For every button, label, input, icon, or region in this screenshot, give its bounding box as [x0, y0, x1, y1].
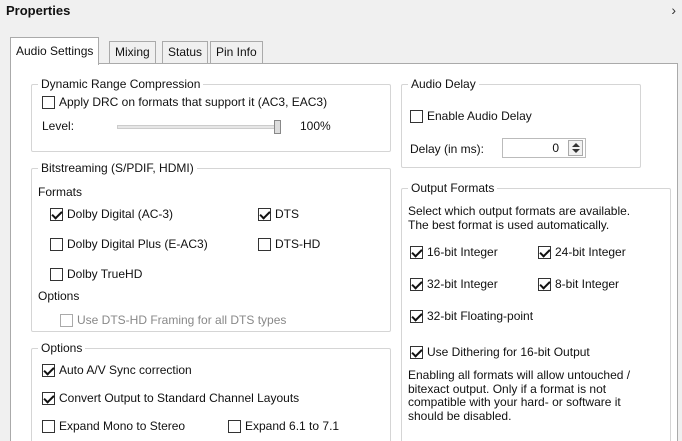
spin-up-icon[interactable]	[572, 143, 580, 147]
checkbox-box[interactable]	[410, 245, 423, 259]
checkbox-box[interactable]	[410, 309, 423, 323]
expand-61-checkbox[interactable]: Expand 6.1 to 7.1	[228, 419, 339, 433]
convert-layouts-checkbox[interactable]: Convert Output to Standard Channel Layou…	[42, 391, 299, 405]
int24-label: 24-bit Integer	[555, 245, 626, 259]
dithering-label: Use Dithering for 16-bit Output	[427, 345, 590, 359]
level-value: 100%	[300, 119, 331, 133]
int16-label: 16-bit Integer	[427, 245, 498, 259]
output-formats-group: Output Formats Select which output forma…	[401, 181, 671, 441]
checkbox-box[interactable]	[50, 207, 63, 221]
expand-61-label: Expand 6.1 to 7.1	[245, 419, 340, 433]
delay-label: Delay (in ms):	[410, 142, 485, 156]
dts-hd-framing-label: Use DTS-HD Framing for all DTS types	[77, 313, 287, 327]
int32-checkbox[interactable]: 32-bit Integer	[410, 277, 498, 291]
checkbox-box[interactable]	[410, 109, 423, 123]
auto-av-sync-label: Auto A/V Sync correction	[59, 363, 192, 377]
expand-mono-label: Expand Mono to Stereo	[59, 419, 186, 433]
checkbox-box[interactable]	[538, 245, 551, 259]
dolby-truehd-checkbox[interactable]: Dolby TrueHD	[50, 267, 142, 281]
tab-mixing[interactable]: Mixing	[109, 41, 156, 63]
formats-label: Formats	[38, 185, 83, 199]
dts-label: DTS	[275, 207, 299, 221]
dts-hd-checkbox[interactable]: DTS-HD	[258, 237, 320, 251]
dts-checkbox[interactable]: DTS	[258, 207, 299, 221]
level-slider-track[interactable]	[117, 125, 277, 129]
audio-delay-legend: Audio Delay	[408, 77, 479, 91]
dolby-digital-label: Dolby Digital (AC-3)	[67, 207, 174, 221]
apply-drc-checkbox[interactable]: Apply DRC on formats that support it (AC…	[42, 95, 327, 109]
auto-av-sync-checkbox[interactable]: Auto A/V Sync correction	[42, 363, 192, 377]
output-formats-legend: Output Formats	[408, 181, 498, 195]
output-formats-note: Enabling all formats will allow untouche…	[408, 368, 631, 423]
checkbox-box[interactable]	[42, 363, 55, 377]
enable-audio-delay-label: Enable Audio Delay	[427, 109, 532, 123]
checkbox-box[interactable]	[258, 207, 271, 221]
output-formats-description: Select which output formats are availabl…	[408, 204, 631, 232]
checkbox-box[interactable]	[410, 345, 423, 359]
bitstream-options-label: Options	[38, 289, 80, 303]
options-group: Options Auto A/V Sync correction Convert…	[31, 341, 391, 441]
dolby-truehd-label: Dolby TrueHD	[67, 267, 143, 281]
checkbox-box[interactable]	[50, 267, 63, 281]
spin-buttons[interactable]	[568, 140, 583, 156]
bitstreaming-group: Bitstreaming (S/PDIF, HDMI) Formats Dolb…	[31, 161, 391, 332]
dolby-digital-plus-label: Dolby Digital Plus (E-AC3)	[67, 237, 208, 251]
checkbox-box[interactable]	[60, 313, 73, 327]
checkbox-box[interactable]	[42, 95, 55, 109]
float32-checkbox[interactable]: 32-bit Floating-point	[410, 309, 533, 323]
checkbox-box[interactable]	[42, 419, 55, 433]
int8-checkbox[interactable]: 8-bit Integer	[538, 277, 619, 291]
checkbox-box[interactable]	[538, 277, 551, 291]
dts-hd-framing-checkbox[interactable]: Use DTS-HD Framing for all DTS types	[60, 313, 286, 327]
checkbox-box[interactable]	[258, 237, 271, 251]
window-title: Properties	[6, 3, 71, 18]
level-label: Level:	[42, 119, 75, 133]
drc-legend: Dynamic Range Compression	[38, 77, 204, 91]
checkbox-box[interactable]	[228, 419, 241, 433]
tab-pin-info[interactable]: Pin Info	[210, 41, 263, 63]
tab-status[interactable]: Status	[162, 41, 209, 63]
dolby-digital-checkbox[interactable]: Dolby Digital (AC-3)	[50, 207, 173, 221]
checkbox-box[interactable]	[410, 277, 423, 291]
audio-delay-group: Audio Delay Enable Audio Delay Delay (in…	[401, 77, 641, 168]
bitstreaming-legend: Bitstreaming (S/PDIF, HDMI)	[38, 161, 197, 175]
expand-mono-checkbox[interactable]: Expand Mono to Stereo	[42, 419, 185, 433]
int24-checkbox[interactable]: 24-bit Integer	[538, 245, 626, 259]
dolby-digital-plus-checkbox[interactable]: Dolby Digital Plus (E-AC3)	[50, 237, 208, 251]
tab-audio-settings[interactable]: Audio Settings	[10, 37, 100, 65]
float32-label: 32-bit Floating-point	[427, 309, 534, 323]
enable-audio-delay-checkbox[interactable]: Enable Audio Delay	[410, 109, 532, 123]
checkbox-box[interactable]	[50, 237, 63, 251]
int8-label: 8-bit Integer	[555, 277, 620, 291]
options-legend: Options	[38, 341, 86, 355]
drc-group: Dynamic Range Compression Apply DRC on f…	[31, 77, 391, 152]
apply-drc-label: Apply DRC on formats that support it (AC…	[59, 95, 328, 109]
delay-spinbox[interactable]: 0	[502, 138, 586, 158]
checkbox-box[interactable]	[42, 391, 55, 405]
level-slider-thumb[interactable]	[274, 120, 281, 134]
dithering-checkbox[interactable]: Use Dithering for 16-bit Output	[410, 345, 590, 359]
int16-checkbox[interactable]: 16-bit Integer	[410, 245, 498, 259]
audio-settings-panel: Dynamic Range Compression Apply DRC on f…	[10, 63, 678, 441]
dts-hd-label: DTS-HD	[275, 237, 321, 251]
int32-label: 32-bit Integer	[427, 277, 498, 291]
close-icon[interactable]: ›	[671, 2, 676, 18]
delay-value[interactable]: 0	[552, 141, 559, 155]
spin-down-icon[interactable]	[572, 149, 580, 153]
convert-layouts-label: Convert Output to Standard Channel Layou…	[59, 391, 300, 405]
